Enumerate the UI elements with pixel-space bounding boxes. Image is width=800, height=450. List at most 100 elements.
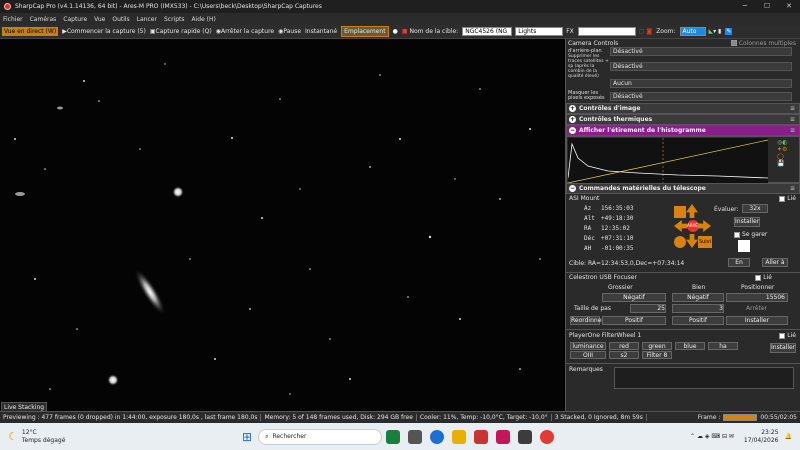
notification-icon[interactable]: 🔔 [785, 433, 792, 440]
notes-input[interactable] [614, 367, 794, 389]
menu-capture[interactable]: Capture [63, 16, 87, 23]
mask-select[interactable]: Désactivé [610, 91, 792, 101]
menu-fichier[interactable]: Fichier [3, 16, 23, 23]
app-icon-6[interactable] [496, 429, 511, 444]
file-explorer-icon[interactable] [452, 429, 467, 444]
filterwheel-install-button[interactable]: Installer [770, 343, 796, 353]
focuser-linked-checkbox[interactable] [755, 274, 762, 281]
zoom-select[interactable]: Auto [679, 27, 706, 36]
bright-star [172, 186, 184, 198]
star-field [14, 63, 541, 395]
menu-vue[interactable]: Vue [94, 16, 105, 23]
search-box[interactable]: ⌕ Rechercher [258, 428, 383, 445]
filter-button[interactable]: s2 [609, 351, 639, 359]
park-checkbox[interactable] [734, 231, 740, 238]
minimize-icon[interactable]: ─ [734, 0, 756, 13]
frame-type-select[interactable]: Lights [515, 27, 564, 36]
app-icon-1[interactable] [386, 429, 401, 444]
app-icon-2[interactable] [408, 429, 423, 444]
histogram-icon[interactable]: ◣ ▾ ▮ [709, 28, 722, 35]
histogram-save-icon[interactable]: 💾 [777, 160, 797, 167]
filter-button[interactable]: OIII [570, 351, 606, 359]
target-center-icon[interactable] [674, 236, 686, 248]
pause-button[interactable]: ◉ Pause [278, 28, 301, 35]
mount-linked-checkbox[interactable] [779, 195, 786, 202]
telescope-header[interactable]: − Commandes matérielles du télescope ≡ [566, 183, 800, 194]
record-icon[interactable]: ● [393, 28, 398, 35]
option-select[interactable]: Aucun [610, 78, 792, 88]
thermal-controls-header[interactable]: + Contrôles thermiques ≡ [566, 114, 800, 125]
menu-aide[interactable]: Aide (H) [192, 16, 216, 23]
goto-button[interactable]: Aller à [762, 258, 788, 267]
ah-label: AH [584, 245, 592, 252]
app-icon-7[interactable] [518, 429, 533, 444]
rate-select[interactable]: 32x [742, 204, 768, 213]
weather-widget[interactable]: ☾ 12°C Temps dégagé [0, 429, 120, 445]
east-arrow-icon[interactable] [698, 220, 711, 232]
fine-negative-button[interactable]: Négatif [672, 293, 724, 302]
histogram-graph[interactable] [568, 138, 768, 183]
north-arrow-icon[interactable] [686, 204, 698, 218]
stack-status: 3 Stacked, 0 Ignored, 8m 59s [552, 414, 647, 421]
pen-icon[interactable]: ✎ [725, 28, 733, 35]
fx-select[interactable] [577, 27, 636, 36]
start-capture-button[interactable]: ▶ Commencer la capture (5) [62, 28, 146, 35]
menu-lancer[interactable]: Lancer [137, 16, 157, 23]
camera-image[interactable] [0, 39, 565, 411]
location-button[interactable]: Emplacement [341, 26, 389, 37]
histogram-loop-icon[interactable]: ◯ [777, 153, 797, 160]
small-galaxy [57, 106, 63, 110]
install-button[interactable]: Installer [734, 217, 760, 227]
filter-button[interactable]: ha [708, 342, 738, 350]
south-arrow-icon[interactable] [686, 234, 698, 248]
stop-button[interactable]: ARRÊT [687, 220, 700, 232]
image-controls-header[interactable]: + Contrôles d'image ≡ [566, 103, 800, 114]
fine-step-input[interactable]: 3 [672, 304, 724, 313]
quick-capture-button[interactable]: ▣ Capture rapide (Q) [150, 28, 212, 35]
windows-start-icon[interactable]: ⊞ [242, 430, 252, 444]
filter-button[interactable]: green [642, 342, 672, 350]
coarse-positive-button[interactable]: Positif [602, 316, 666, 325]
close-icon[interactable]: ✕ [778, 0, 800, 13]
frame-timer: 00:55/02:05 [760, 414, 797, 421]
crop-icon[interactable]: ▢ ◙ [639, 28, 652, 35]
coarse-step-input[interactable]: 25 [630, 304, 666, 313]
position-input[interactable]: 15506 [726, 293, 788, 302]
target-input[interactable]: NGC4526 (NG [462, 27, 513, 36]
edge-icon[interactable] [430, 429, 445, 444]
stop-capture-button[interactable]: ◉ Arrêter la capture [216, 28, 274, 35]
histogram-reset-icon[interactable]: ✦⚙ [777, 146, 797, 153]
en-button[interactable]: En [728, 258, 750, 267]
reorder-button[interactable]: Reordinner [570, 316, 604, 325]
focuser-install-button[interactable]: Installer [726, 316, 788, 325]
park-label: Se garer [742, 231, 768, 238]
menu-scripts[interactable]: Scripts [164, 16, 185, 23]
west-arrow-icon[interactable] [674, 220, 687, 232]
histogram-header[interactable]: − Afficher l'étirement de l'histogramme ≡ [566, 125, 800, 136]
filter-button[interactable]: blue [675, 342, 705, 350]
ah-value: -01:00:35 [601, 245, 634, 252]
maximize-icon[interactable]: ☐ [756, 0, 778, 13]
chrome-icon[interactable] [540, 429, 555, 444]
menu-outils[interactable]: Outils [112, 16, 129, 23]
bg-select[interactable]: Désactivé [610, 47, 792, 56]
live-view-button[interactable]: Vue en direct (W) [2, 27, 59, 36]
tracking-button[interactable]: Suivi [698, 236, 712, 248]
satellite-select[interactable]: Désactivé [610, 62, 792, 71]
multi-columns-checkbox[interactable] [730, 40, 737, 46]
coarse-negative-button[interactable]: Négatif [602, 293, 666, 302]
filter-button[interactable]: Filter 8 [642, 351, 672, 359]
tray-icons[interactable]: ⌃ ☁ ◈ ⌨ ⊟ ✉ [690, 433, 734, 440]
sync-icon[interactable] [738, 240, 750, 252]
notes-label: Remarques [569, 366, 603, 373]
stop-focuser-label: Arrêter [746, 305, 768, 312]
filter-button[interactable]: luminance [570, 342, 606, 350]
snapshot-button[interactable]: Instantané [305, 28, 337, 35]
filterwheel-linked-checkbox[interactable] [779, 332, 786, 339]
histogram-auto-icon[interactable]: ◎◐ [777, 139, 797, 146]
fine-positive-button[interactable]: Positif [672, 316, 724, 325]
app-icon-5[interactable] [474, 429, 489, 444]
menu-cameras[interactable]: Caméras [30, 16, 57, 23]
spiral-search-icon[interactable] [674, 206, 686, 218]
filter-button[interactable]: red [609, 342, 639, 350]
